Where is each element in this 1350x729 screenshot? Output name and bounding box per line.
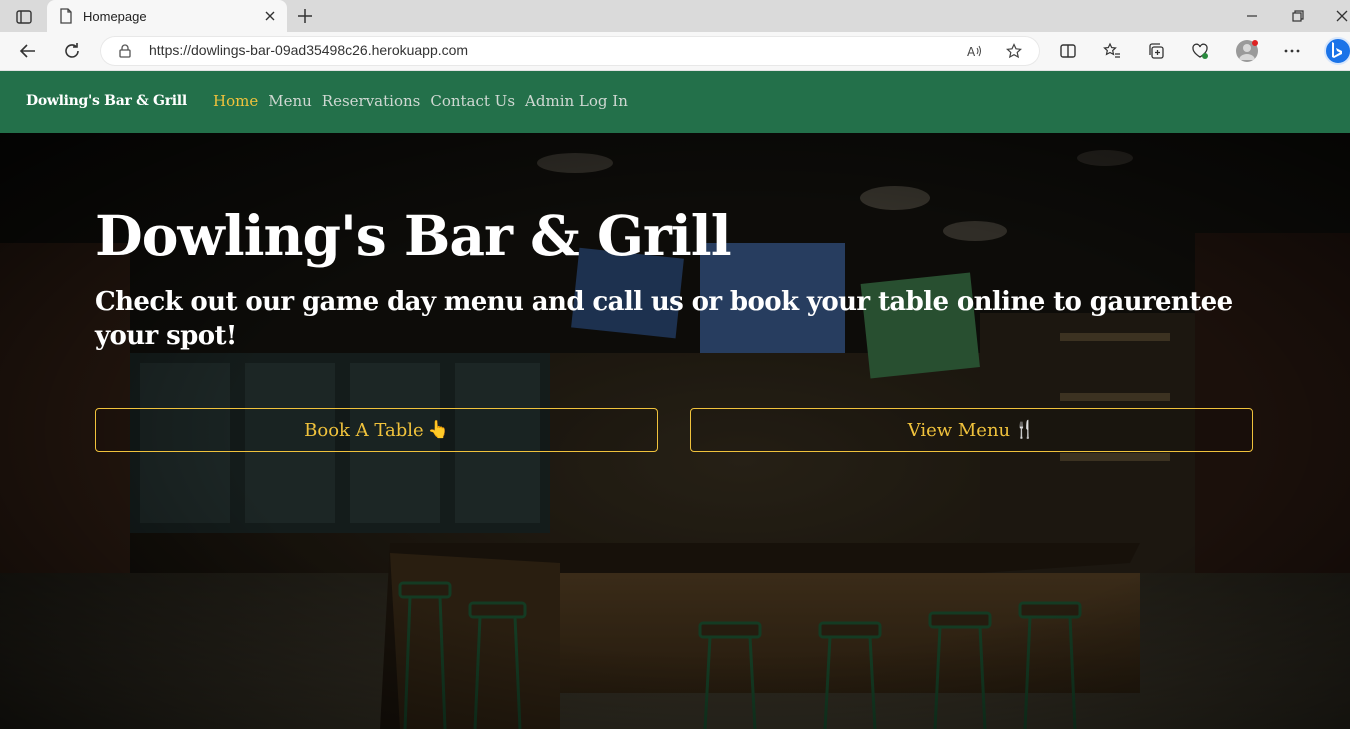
view-menu-button[interactable]: View Menu 🍴	[690, 408, 1253, 452]
read-aloud-icon[interactable]: A	[966, 43, 982, 59]
performance-icon[interactable]	[1191, 42, 1209, 60]
url-text[interactable]: https://dowlings-bar-09ad35498c26.heroku…	[149, 42, 468, 58]
view-menu-label: View Menu	[907, 419, 1011, 441]
tab-actions-icon[interactable]	[10, 6, 38, 28]
tab-title: Homepage	[83, 8, 147, 24]
hero-subtitle: Check out our game day menu and call us …	[95, 287, 1233, 351]
brand-logo-text[interactable]: Dowling's Bar & Grill	[26, 93, 187, 109]
close-tab-icon[interactable]	[263, 9, 277, 23]
collections-icon[interactable]	[1147, 42, 1165, 60]
bing-copilot-icon[interactable]	[1324, 37, 1350, 65]
browser-tab[interactable]: Homepage	[47, 0, 287, 32]
restore-icon[interactable]	[1290, 8, 1306, 24]
browser-tabstrip: Homepage	[0, 0, 1350, 32]
lock-icon[interactable]	[118, 44, 132, 58]
refresh-icon[interactable]	[62, 41, 82, 61]
fork-knife-icon: 🍴	[1014, 420, 1036, 440]
address-bar[interactable]: https://dowlings-bar-09ad35498c26.heroku…	[100, 36, 1040, 66]
hero-section: Dowling's Bar & Grill Check out our game…	[0, 133, 1350, 729]
site-navbar: Dowling's Bar & Grill Home Menu Reservat…	[0, 71, 1350, 133]
new-tab-icon[interactable]	[296, 7, 314, 25]
nav-link-admin-log-in[interactable]: Admin Log In	[525, 92, 628, 110]
favorite-star-icon[interactable]	[1006, 43, 1022, 59]
back-icon[interactable]	[18, 41, 38, 61]
book-a-table-button[interactable]: Book A Table 👆	[95, 408, 658, 452]
more-options-icon[interactable]	[1283, 42, 1301, 60]
close-window-icon[interactable]	[1334, 8, 1350, 24]
notification-dot	[1252, 40, 1258, 46]
book-a-table-label: Book A Table	[304, 419, 424, 441]
hero-title: Dowling's Bar & Grill	[95, 203, 732, 268]
nav-link-reservations[interactable]: Reservations	[322, 92, 421, 110]
nav-link-contact-us[interactable]: Contact Us	[430, 92, 515, 110]
svg-text:A: A	[967, 45, 976, 59]
split-screen-icon[interactable]	[1059, 42, 1077, 60]
minimize-icon[interactable]	[1244, 8, 1260, 24]
page-icon	[60, 8, 72, 24]
nav-links: Home Menu Reservations Contact Us Admin …	[213, 92, 628, 110]
nav-link-menu[interactable]: Menu	[268, 92, 312, 110]
pointing-hand-icon: 👆	[427, 420, 449, 440]
favorites-icon[interactable]	[1103, 42, 1121, 60]
browser-toolbar: https://dowlings-bar-09ad35498c26.heroku…	[0, 32, 1350, 71]
nav-link-home[interactable]: Home	[213, 92, 258, 110]
